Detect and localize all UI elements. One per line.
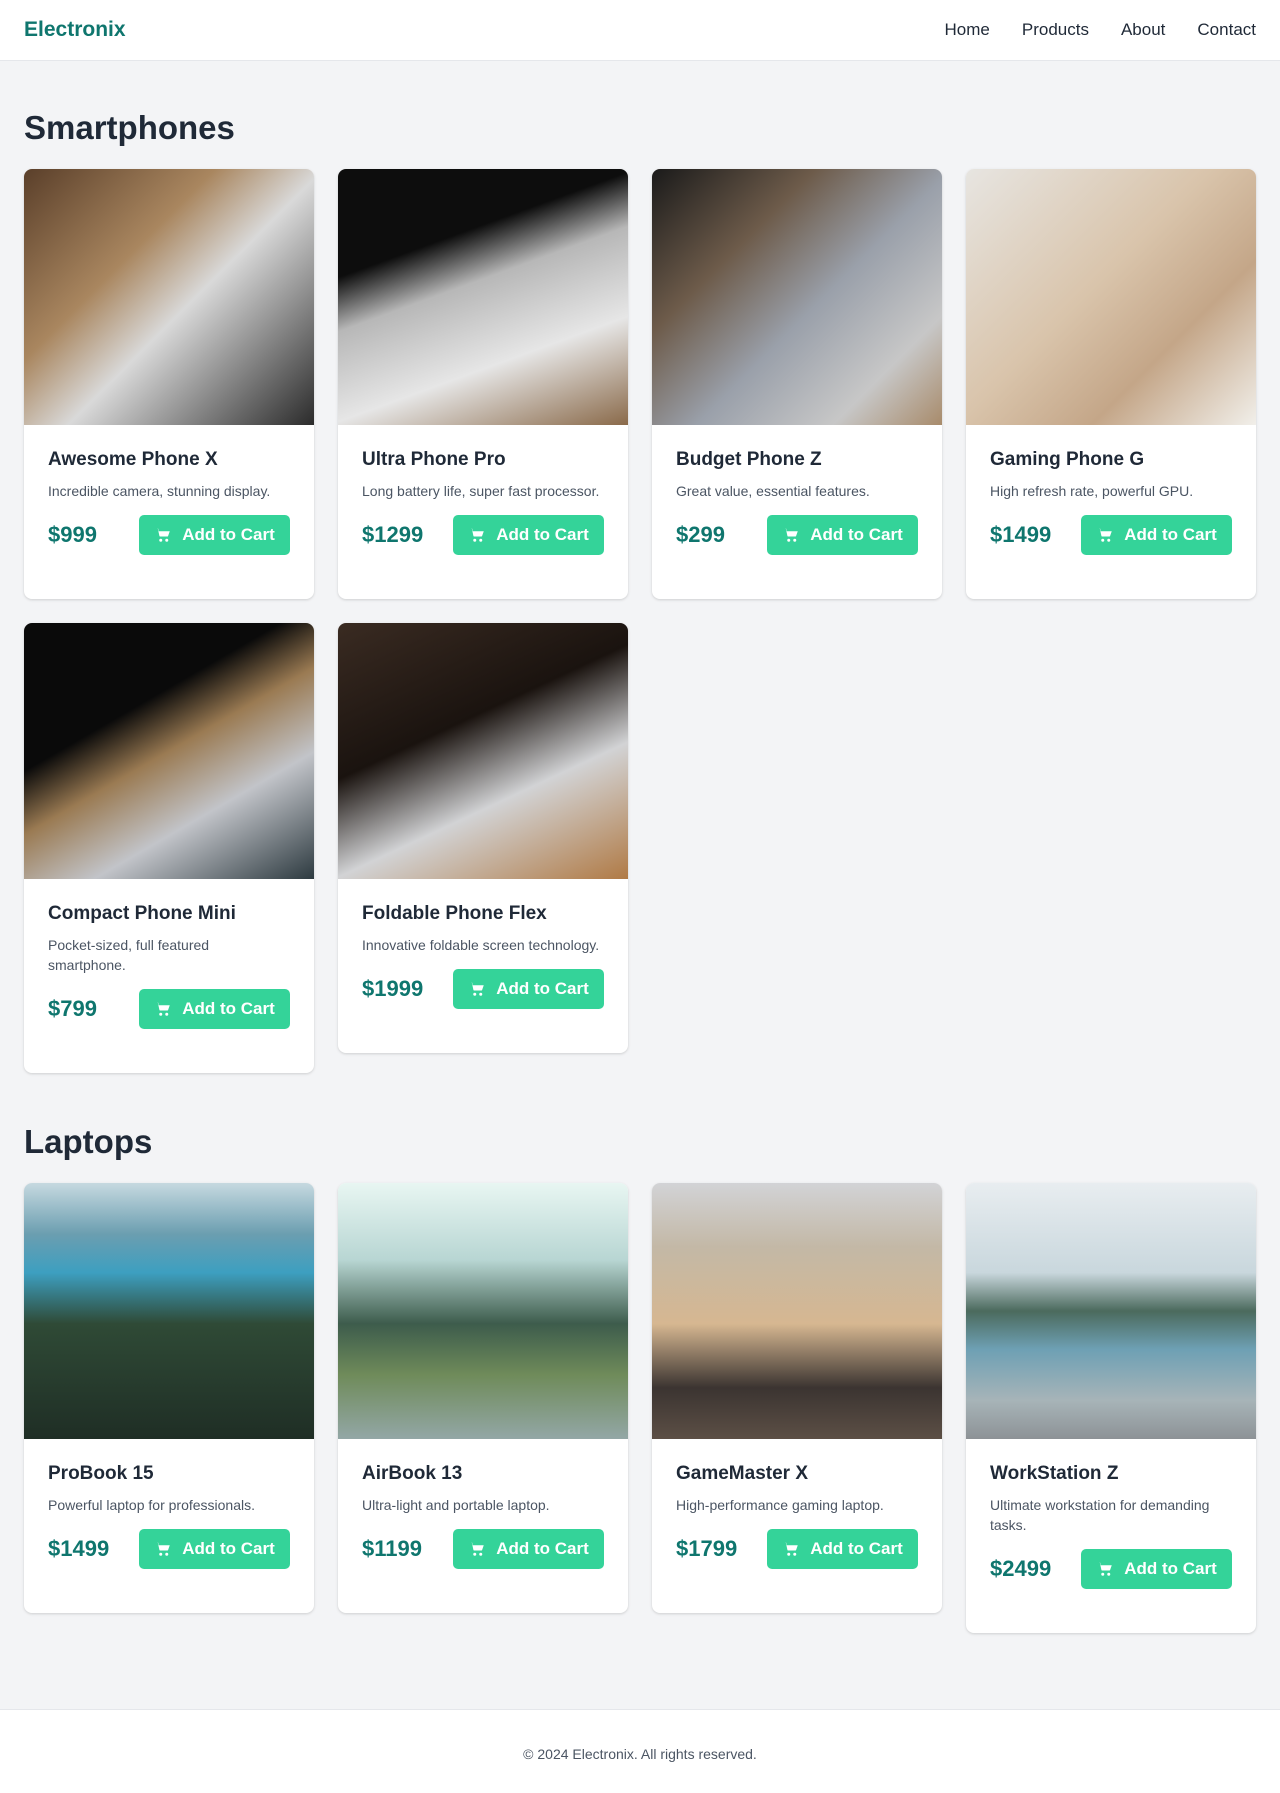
product-price: $1499 (48, 1536, 110, 1561)
cart-icon (155, 1542, 170, 1556)
product-grid: Awesome Phone X Incredible camera, stunn… (24, 169, 1256, 1073)
cart-icon (783, 528, 798, 542)
product-price: $2499 (990, 1556, 1052, 1581)
cart-icon (783, 1542, 798, 1556)
product-image (338, 1183, 628, 1439)
add-to-cart-label: Add to Cart (496, 525, 589, 544)
add-to-cart-button[interactable]: Add to Cart (139, 515, 290, 555)
add-to-cart-button[interactable]: Add to Cart (1081, 515, 1232, 555)
product-image (966, 169, 1256, 425)
product-card: AirBook 13 Ultra-light and portable lapt… (338, 1183, 628, 1613)
add-to-cart-button[interactable]: Add to Cart (767, 1529, 918, 1569)
product-name: Gaming Phone G (990, 449, 1145, 470)
product-image (338, 169, 628, 425)
footer: © 2024 Electronix. All rights reserved. (0, 1709, 1280, 1793)
laptops-section: Laptops ProBook 15 Powerful laptop for p… (24, 1123, 1256, 1633)
product-name: Ultra Phone Pro (362, 449, 506, 470)
product-description: Innovative foldable screen technology. (362, 937, 600, 953)
product-price: $1199 (362, 1536, 422, 1561)
product-name: Compact Phone Mini (48, 903, 236, 924)
product-price: $1499 (990, 522, 1052, 547)
product-description: High refresh rate, powerful GPU. (990, 483, 1194, 499)
nav-links: Home Products About Contact (945, 20, 1256, 40)
product-image (24, 169, 314, 425)
add-to-cart-label: Add to Cart (496, 1539, 589, 1558)
product-card: Ultra Phone Pro Long battery life, super… (338, 169, 628, 599)
product-image (24, 1183, 314, 1439)
cart-icon (469, 982, 484, 996)
product-card: Foldable Phone Flex Innovative foldable … (338, 623, 628, 1053)
product-description: Ultra-light and portable laptop. (362, 1497, 550, 1513)
product-description: Pocket-sized, full featured smartphone. (48, 937, 210, 973)
add-to-cart-button[interactable]: Add to Cart (139, 1529, 290, 1569)
product-description: Long battery life, super fast processor. (362, 483, 600, 499)
product-card: Compact Phone Mini Pocket-sized, full fe… (24, 623, 314, 1073)
add-to-cart-label: Add to Cart (1124, 525, 1217, 544)
copyright-text: © 2024 Electronix. All rights reserved. (523, 1745, 757, 1762)
add-to-cart-label: Add to Cart (182, 999, 275, 1018)
add-to-cart-label: Add to Cart (810, 1539, 903, 1558)
add-to-cart-label: Add to Cart (182, 1539, 275, 1558)
cart-icon (469, 528, 484, 542)
product-description: Ultimate workstation for demanding tasks… (990, 1497, 1210, 1533)
product-price: $1799 (676, 1536, 738, 1561)
product-name: Awesome Phone X (48, 449, 218, 470)
add-to-cart-label: Add to Cart (810, 525, 903, 544)
product-description: Great value, essential features. (676, 483, 870, 499)
brand-logo[interactable]: Electronix (24, 18, 126, 42)
add-to-cart-label: Add to Cart (496, 979, 589, 998)
product-image (652, 1183, 942, 1439)
main-content: Smartphones Awesome Phone X Incredible c… (0, 61, 1280, 1709)
cart-icon (469, 1542, 484, 1556)
cart-icon (1097, 1562, 1112, 1576)
nav-about-link[interactable]: About (1121, 20, 1165, 40)
product-name: WorkStation Z (990, 1463, 1119, 1484)
add-to-cart-button[interactable]: Add to Cart (139, 989, 290, 1029)
product-name: AirBook 13 (362, 1463, 463, 1484)
product-name: Budget Phone Z (676, 449, 822, 470)
product-price: $1999 (362, 976, 424, 1001)
product-name: GameMaster X (676, 1463, 809, 1484)
product-description: High-performance gaming laptop. (676, 1497, 884, 1513)
add-to-cart-label: Add to Cart (1124, 1559, 1217, 1578)
navbar: Electronix Home Products About Contact (0, 0, 1280, 61)
smartphones-section: Smartphones Awesome Phone X Incredible c… (24, 109, 1256, 1073)
section-title: Smartphones (24, 109, 235, 146)
product-image (338, 623, 628, 879)
add-to-cart-button[interactable]: Add to Cart (453, 969, 604, 1009)
product-image (24, 623, 314, 879)
section-title: Laptops (24, 1123, 153, 1160)
product-name: Foldable Phone Flex (362, 903, 547, 924)
nav-home-link[interactable]: Home (945, 20, 990, 40)
add-to-cart-label: Add to Cart (182, 525, 275, 544)
add-to-cart-button[interactable]: Add to Cart (453, 515, 604, 555)
nav-products-link[interactable]: Products (1022, 20, 1089, 40)
cart-icon (155, 528, 170, 542)
cart-icon (155, 1002, 170, 1016)
product-grid: ProBook 15 Powerful laptop for professio… (24, 1183, 1256, 1633)
product-name: ProBook 15 (48, 1463, 154, 1484)
product-card: Budget Phone Z Great value, essential fe… (652, 169, 942, 599)
product-description: Powerful laptop for professionals. (48, 1497, 255, 1513)
add-to-cart-button[interactable]: Add to Cart (1081, 1549, 1232, 1589)
product-image (652, 169, 942, 425)
product-card: WorkStation Z Ultimate workstation for d… (966, 1183, 1256, 1633)
product-price: $799 (48, 996, 97, 1021)
product-card: Awesome Phone X Incredible camera, stunn… (24, 169, 314, 599)
product-card: GameMaster X High-performance gaming lap… (652, 1183, 942, 1613)
product-card: ProBook 15 Powerful laptop for professio… (24, 1183, 314, 1613)
product-image (966, 1183, 1256, 1439)
cart-icon (1097, 528, 1112, 542)
product-price: $999 (48, 522, 97, 547)
nav-contact-link[interactable]: Contact (1197, 20, 1256, 40)
product-price: $1299 (362, 522, 424, 547)
add-to-cart-button[interactable]: Add to Cart (453, 1529, 604, 1569)
product-card: Gaming Phone G High refresh rate, powerf… (966, 169, 1256, 599)
add-to-cart-button[interactable]: Add to Cart (767, 515, 918, 555)
product-price: $299 (676, 522, 725, 547)
product-description: Incredible camera, stunning display. (48, 483, 271, 499)
